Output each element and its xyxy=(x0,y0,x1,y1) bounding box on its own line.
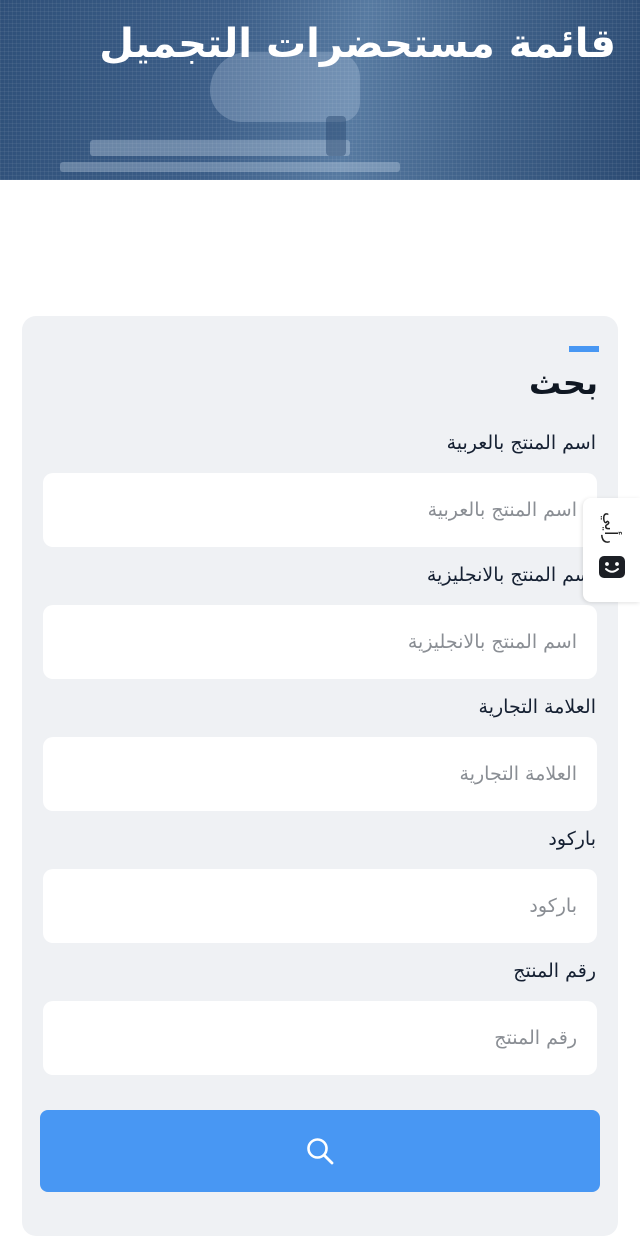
search-form-card: بحث اسم المنتج بالعربية اسم المنتج بالان… xyxy=(22,316,618,1236)
arabic-name-input[interactable] xyxy=(43,473,597,547)
barcode-label: باركود xyxy=(548,828,596,850)
search-icon xyxy=(307,1138,334,1165)
brand-label: العلامة التجارية xyxy=(478,696,596,718)
search-submit-button[interactable] xyxy=(40,1110,600,1192)
header-background-pen xyxy=(326,116,346,156)
product-number-label: رقم المنتج xyxy=(513,960,596,982)
smiley-face-icon xyxy=(599,556,625,578)
feedback-tab[interactable]: رأيي xyxy=(583,498,640,602)
brand-input[interactable] xyxy=(43,737,597,811)
title-accent-bar xyxy=(569,346,599,352)
header-background-keyboard xyxy=(60,162,400,172)
english-name-input[interactable] xyxy=(43,605,597,679)
header-background-laptop xyxy=(90,140,350,156)
page-title: قائمة مستحضرات التجميل xyxy=(99,21,616,67)
product-number-input[interactable] xyxy=(43,1001,597,1075)
search-form-title: بحث xyxy=(529,364,598,402)
page-header-banner: قائمة مستحضرات التجميل xyxy=(0,0,640,180)
feedback-label: رأيي xyxy=(600,512,620,544)
english-name-label: اسم المنتج بالانجليزية xyxy=(426,564,596,586)
barcode-input[interactable] xyxy=(43,869,597,943)
arabic-name-label: اسم المنتج بالعربية xyxy=(446,432,596,454)
